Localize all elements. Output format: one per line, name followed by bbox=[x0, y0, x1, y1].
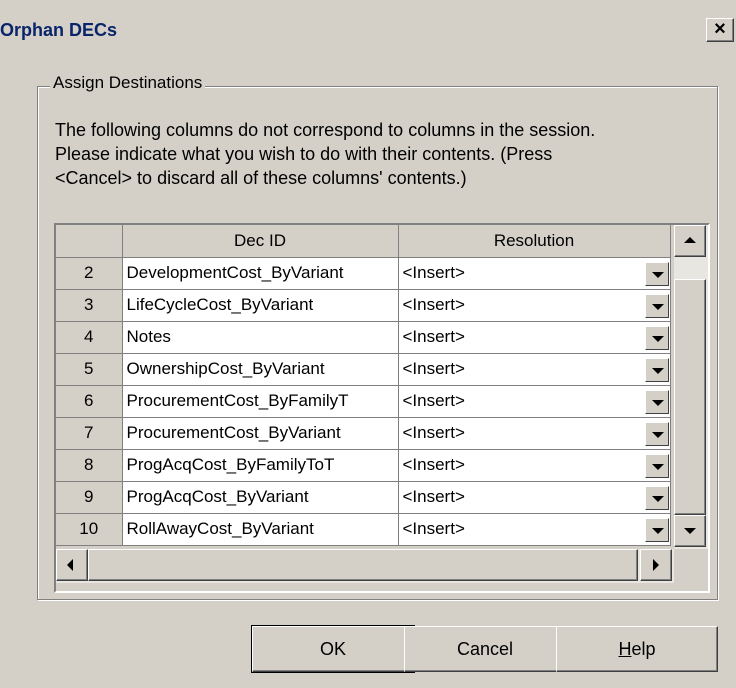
row-number[interactable]: 7 bbox=[56, 417, 123, 450]
vertical-scroll-thumb[interactable] bbox=[674, 279, 706, 515]
resolution-dropdown[interactable]: <Insert> bbox=[398, 513, 671, 546]
ok-button[interactable]: OK bbox=[251, 625, 415, 673]
resolution-value: <Insert> bbox=[402, 359, 465, 378]
chevron-down-icon[interactable] bbox=[644, 325, 669, 350]
vertical-scrollbar[interactable] bbox=[674, 225, 708, 549]
chevron-down-icon[interactable] bbox=[644, 453, 669, 478]
resolution-dropdown[interactable]: <Insert> bbox=[398, 289, 671, 322]
destinations-grid[interactable]: Dec ID Resolution 2 DevelopmentCost_ByVar… bbox=[54, 223, 710, 593]
horizontal-scroll-thumb[interactable] bbox=[88, 549, 638, 581]
resolution-dropdown[interactable]: <Insert> bbox=[398, 449, 671, 482]
table-row[interactable]: 10 RollAwayCost_ByVariant <Insert> bbox=[56, 513, 671, 546]
grid-table: Dec ID Resolution 2 DevelopmentCost_ByVar… bbox=[56, 225, 671, 546]
dec-id-cell[interactable]: LifeCycleCost_ByVariant bbox=[122, 289, 399, 322]
chevron-down-icon[interactable] bbox=[644, 293, 669, 318]
row-number[interactable]: 10 bbox=[56, 513, 123, 546]
resolution-dropdown[interactable]: <Insert> bbox=[398, 417, 671, 450]
dec-id-header[interactable]: Dec ID bbox=[122, 225, 399, 258]
description-text: The following columns do not correspond … bbox=[55, 118, 715, 190]
resolution-value: <Insert> bbox=[402, 391, 465, 410]
row-number[interactable]: 3 bbox=[56, 289, 123, 322]
dec-id-cell[interactable]: ProcurementCost_ByFamilyT bbox=[122, 385, 399, 418]
close-button[interactable]: × bbox=[706, 18, 734, 42]
dec-id-cell[interactable]: OwnershipCost_ByVariant bbox=[122, 353, 399, 386]
resolution-header[interactable]: Resolution bbox=[398, 225, 671, 258]
dec-id-cell[interactable]: ProgAcqCost_ByFamilyToT bbox=[122, 449, 399, 482]
resolution-dropdown[interactable]: <Insert> bbox=[398, 257, 671, 290]
dec-id-cell[interactable]: Notes bbox=[122, 321, 399, 354]
resolution-value: <Insert> bbox=[402, 327, 465, 346]
table-row[interactable]: 4 Notes <Insert> bbox=[56, 321, 671, 354]
table-row[interactable]: 5 OwnershipCost_ByVariant <Insert> bbox=[56, 353, 671, 386]
chevron-down-icon[interactable] bbox=[644, 421, 669, 446]
resolution-value: <Insert> bbox=[402, 519, 465, 538]
help-mnemonic: H bbox=[618, 639, 632, 659]
row-number[interactable]: 9 bbox=[56, 481, 123, 514]
dec-id-cell[interactable]: ProgAcqCost_ByVariant bbox=[122, 481, 399, 514]
row-number[interactable]: 4 bbox=[56, 321, 123, 354]
row-number-header bbox=[56, 225, 123, 258]
window-title: Orphan DECs bbox=[0, 20, 118, 40]
table-row[interactable]: 6 ProcurementCost_ByFamilyT <Insert> bbox=[56, 385, 671, 418]
group-label: Assign Destinations bbox=[50, 73, 206, 93]
scroll-left-button[interactable] bbox=[56, 549, 88, 581]
table-row[interactable]: 9 ProgAcqCost_ByVariant <Insert> bbox=[56, 481, 671, 514]
row-number[interactable]: 5 bbox=[56, 353, 123, 386]
resolution-value: <Insert> bbox=[402, 487, 465, 506]
row-number[interactable]: 8 bbox=[56, 449, 123, 482]
resolution-dropdown[interactable]: <Insert> bbox=[398, 385, 671, 418]
horizontal-scrollbar[interactable] bbox=[56, 549, 674, 583]
close-icon: × bbox=[714, 18, 726, 40]
description-line: <Cancel> to discard all of these columns… bbox=[55, 168, 467, 188]
table-row[interactable]: 2 DevelopmentCost_ByVariant <Insert> bbox=[56, 257, 671, 290]
resolution-value: <Insert> bbox=[402, 263, 465, 282]
scroll-right-button[interactable] bbox=[640, 549, 672, 581]
table-row[interactable]: 3 LifeCycleCost_ByVariant <Insert> bbox=[56, 289, 671, 322]
description-line: The following columns do not correspond … bbox=[55, 120, 596, 140]
help-label: elp bbox=[631, 639, 656, 659]
chevron-down-icon[interactable] bbox=[644, 261, 669, 286]
chevron-down-icon[interactable] bbox=[644, 485, 669, 510]
help-button[interactable]: Help bbox=[556, 626, 718, 672]
cancel-button[interactable]: Cancel bbox=[404, 626, 566, 672]
description-line: Please indicate what you wish to do with… bbox=[55, 144, 553, 164]
chevron-down-icon[interactable] bbox=[644, 357, 669, 382]
scroll-down-button[interactable] bbox=[674, 515, 706, 547]
row-number[interactable]: 6 bbox=[56, 385, 123, 418]
scroll-up-button[interactable] bbox=[674, 225, 706, 257]
dec-id-cell[interactable]: DevelopmentCost_ByVariant bbox=[122, 257, 399, 290]
chevron-down-icon[interactable] bbox=[644, 389, 669, 414]
resolution-value: <Insert> bbox=[402, 423, 465, 442]
table-row[interactable]: 8 ProgAcqCost_ByFamilyToT <Insert> bbox=[56, 449, 671, 482]
dec-id-cell[interactable]: RollAwayCost_ByVariant bbox=[122, 513, 399, 546]
row-number[interactable]: 2 bbox=[56, 257, 123, 290]
chevron-down-icon[interactable] bbox=[644, 517, 669, 542]
table-row[interactable]: 7 ProcurementCost_ByVariant <Insert> bbox=[56, 417, 671, 450]
resolution-dropdown[interactable]: <Insert> bbox=[398, 321, 671, 354]
resolution-dropdown[interactable]: <Insert> bbox=[398, 353, 671, 386]
resolution-value: <Insert> bbox=[402, 295, 465, 314]
resolution-value: <Insert> bbox=[402, 455, 465, 474]
dec-id-cell[interactable]: ProcurementCost_ByVariant bbox=[122, 417, 399, 450]
resolution-dropdown[interactable]: <Insert> bbox=[398, 481, 671, 514]
title-bar: Orphan DECs × bbox=[0, 0, 736, 42]
scrollbar-corner bbox=[674, 549, 708, 583]
